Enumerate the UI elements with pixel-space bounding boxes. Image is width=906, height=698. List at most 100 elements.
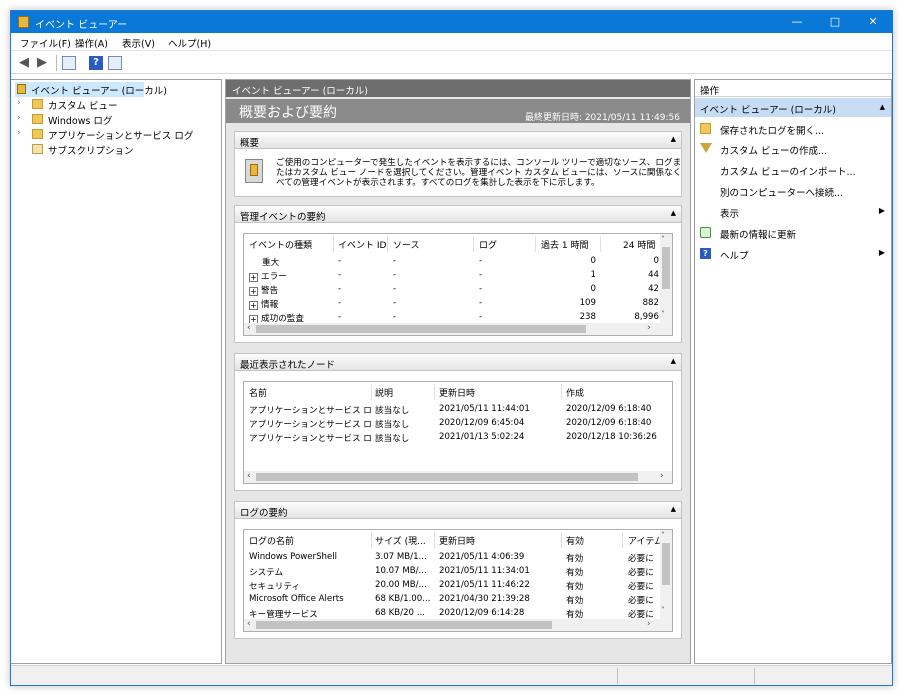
column-header[interactable]: 更新日時 xyxy=(439,386,475,399)
action-help[interactable]: ? ヘルプ ▶ xyxy=(695,244,891,263)
horizontal-scrollbar[interactable]: ‹ › xyxy=(244,619,672,631)
column-separator[interactable] xyxy=(535,236,536,252)
recent-nodes-section-header[interactable]: 最近表示されたノード ▲ xyxy=(235,354,681,371)
scroll-right-icon[interactable]: › xyxy=(647,323,651,333)
tree-item-custom-views[interactable]: › カスタム ビュー xyxy=(17,97,137,112)
scroll-down-icon[interactable]: ˅ xyxy=(661,310,665,319)
show-hide-console-tree-icon[interactable] xyxy=(62,56,76,70)
action-import-custom-view[interactable]: カスタム ビューのインポート... xyxy=(695,160,891,179)
scroll-left-icon[interactable]: ‹ xyxy=(247,471,251,481)
expand-icon[interactable]: + xyxy=(249,273,258,282)
column-separator[interactable] xyxy=(434,384,435,400)
column-separator[interactable] xyxy=(561,384,562,400)
chevron-right-icon[interactable]: › xyxy=(17,98,27,108)
maximize-icon[interactable]: □ xyxy=(816,11,854,33)
show-hide-action-pane-icon[interactable] xyxy=(108,56,122,70)
collapse-icon[interactable]: ▲ xyxy=(671,357,676,365)
back-arrow-icon[interactable]: ◀ xyxy=(17,56,31,70)
horizontal-scrollbar[interactable]: ‹ › xyxy=(244,471,672,483)
column-separator[interactable] xyxy=(387,236,388,252)
collapse-icon[interactable]: ▲ xyxy=(671,505,676,513)
column-separator[interactable] xyxy=(371,532,372,548)
column-header[interactable]: 作成 xyxy=(566,386,584,399)
log-summary-table[interactable]: ログの名前 サイズ (現... 更新日時 有効 アイテム Windows Pow… xyxy=(243,529,673,632)
collapse-icon[interactable]: ▲ xyxy=(671,135,676,143)
column-separator[interactable] xyxy=(434,532,435,548)
menu-view[interactable]: 表示(V) xyxy=(122,36,155,50)
menu-bar: ファイル(F) 操作(A) 表示(V) ヘルプ(H) xyxy=(11,33,892,51)
scroll-up-icon[interactable]: ˄ xyxy=(661,531,665,540)
forward-arrow-icon[interactable]: ▶ xyxy=(35,56,49,70)
log-enabled: 有効 xyxy=(566,568,584,578)
action-view[interactable]: 表示 ▶ xyxy=(695,202,891,221)
menu-help[interactable]: ヘルプ(H) xyxy=(168,36,211,50)
title-bar: イベント ビューアー — □ ✕ xyxy=(11,11,892,33)
column-header[interactable]: イベントの種類 xyxy=(249,238,312,251)
column-separator[interactable] xyxy=(600,236,601,252)
column-header[interactable]: 過去 1 時間 xyxy=(541,238,588,251)
scrollbar-thumb[interactable] xyxy=(256,621,552,629)
column-header[interactable]: ログ xyxy=(479,238,497,251)
column-header[interactable]: 説明 xyxy=(375,386,393,399)
node-updated: 2021/01/13 5:02:24 xyxy=(439,432,525,442)
column-separator[interactable] xyxy=(473,236,474,252)
node-description: 該当なし xyxy=(375,406,410,416)
tree-item-event-viewer-local[interactable]: イベント ビューアー (ローカル) xyxy=(15,82,167,97)
action-connect-other-computer[interactable]: 別のコンピューターへ接続... xyxy=(695,181,891,200)
scrollbar-thumb[interactable] xyxy=(256,473,638,481)
column-header[interactable]: 有効 xyxy=(566,534,584,547)
scroll-left-icon[interactable]: ‹ xyxy=(247,619,251,629)
column-separator[interactable] xyxy=(622,532,623,548)
recent-nodes-table[interactable]: 名前 説明 更新日時 作成 アプリケーションとサービス ログ... 該当なし 2… xyxy=(243,381,673,484)
action-open-saved-log[interactable]: 保存されたログを開く... xyxy=(695,119,891,138)
column-separator[interactable] xyxy=(333,236,334,252)
tree-item-windows-logs[interactable]: › Windows ログ xyxy=(17,112,137,127)
column-header[interactable]: サイズ (現... xyxy=(375,534,426,547)
admin-events-section-header[interactable]: 管理イベントの要約 ▲ xyxy=(235,206,681,223)
column-header[interactable]: イベント ID xyxy=(338,238,386,251)
expand-icon[interactable]: + xyxy=(249,301,258,310)
horizontal-scrollbar[interactable]: ‹ › xyxy=(244,323,672,335)
scroll-right-icon[interactable]: › xyxy=(647,619,651,629)
chevron-right-icon[interactable]: › xyxy=(17,113,27,123)
center-pane: イベント ビューアー (ローカル) 概要および要約 最終更新日時: 2021/0… xyxy=(225,79,691,664)
log-size: 68 KB/20 ... xyxy=(375,608,425,618)
help-icon[interactable]: ? xyxy=(89,56,103,70)
vertical-scrollbar[interactable]: ˄ ˅ xyxy=(660,234,672,323)
column-header[interactable]: 名前 xyxy=(249,386,267,399)
actions-subheader[interactable]: イベント ビューアー (ローカル) ▲ xyxy=(695,98,891,117)
admin-events-table[interactable]: イベントの種類 イベント ID ソース ログ 過去 1 時間 24 時間 重大 … xyxy=(243,233,673,336)
vertical-scrollbar[interactable]: ˄ ˅ xyxy=(660,530,672,619)
column-separator[interactable] xyxy=(561,532,562,548)
column-separator[interactable] xyxy=(371,384,372,400)
expand-icon[interactable]: + xyxy=(249,287,258,296)
scroll-left-icon[interactable]: ‹ xyxy=(247,323,251,333)
collapse-icon[interactable]: ▲ xyxy=(880,103,885,111)
collapse-icon[interactable]: ▲ xyxy=(671,209,676,217)
menu-action[interactable]: 操作(A) xyxy=(75,36,108,50)
scroll-right-icon[interactable]: › xyxy=(660,471,664,481)
action-refresh[interactable]: 最新の情報に更新 xyxy=(695,223,891,242)
node-name: アプリケーションとサービス ログ... xyxy=(249,420,371,430)
column-header[interactable]: ログの名前 xyxy=(249,534,294,547)
log-summary-section-header[interactable]: ログの要約 ▲ xyxy=(235,502,681,519)
log-size: 3.07 MB/1... xyxy=(375,552,427,562)
chevron-right-icon[interactable]: › xyxy=(17,128,27,138)
scroll-down-icon[interactable]: ˅ xyxy=(661,606,665,615)
column-header[interactable]: 更新日時 xyxy=(439,534,475,547)
column-header[interactable]: アイテム xyxy=(628,534,660,547)
menu-file[interactable]: ファイル(F) xyxy=(20,36,71,50)
column-header[interactable]: 24 時間 xyxy=(623,238,655,251)
scrollbar-thumb[interactable] xyxy=(662,543,670,585)
tree-item-subscriptions[interactable]: サブスクリプション xyxy=(17,142,137,157)
column-header[interactable]: ソース xyxy=(393,238,420,251)
close-icon[interactable]: ✕ xyxy=(854,11,892,33)
action-create-custom-view[interactable]: カスタム ビューの作成... xyxy=(695,139,891,158)
scrollbar-thumb[interactable] xyxy=(662,247,670,289)
overview-section-header[interactable]: 概要 ▲ xyxy=(235,132,681,149)
scroll-up-icon[interactable]: ˄ xyxy=(661,235,665,244)
tree-item-applications-and-services-logs[interactable]: › アプリケーションとサービス ログ xyxy=(17,127,217,142)
minimize-icon[interactable]: — xyxy=(778,11,816,33)
log-updated: 2021/05/11 11:46:22 xyxy=(439,580,530,590)
scrollbar-thumb[interactable] xyxy=(256,325,586,333)
